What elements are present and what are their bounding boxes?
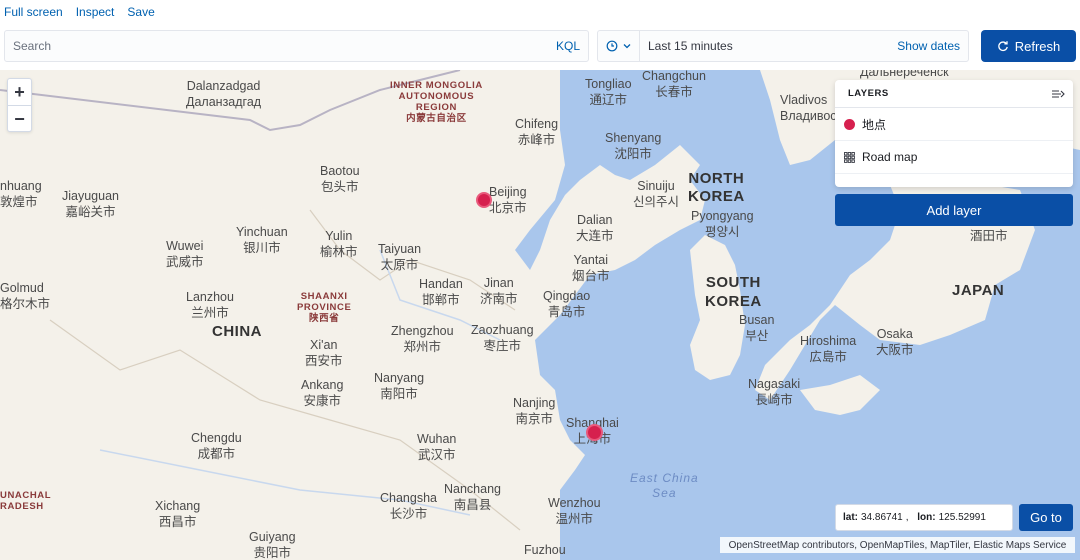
map-label: Yulin 榆林市: [320, 229, 358, 259]
map-label: Yantai 烟台市: [572, 253, 610, 283]
layer-item-road-map[interactable]: Road map: [835, 141, 1073, 174]
zoom-out-button[interactable]: −: [8, 106, 31, 132]
map-label: Zaozhuang 枣庄市: [471, 323, 534, 353]
map-attribution: OpenStreetMap contributors, OpenMapTiles…: [720, 537, 1075, 553]
map-label: Handan 邯郸市: [419, 277, 463, 307]
map-label: Jiayuguan 嘉峪关市: [62, 189, 119, 219]
map-label: Chifeng 赤峰市: [515, 117, 559, 147]
map-label: 酒田市: [970, 229, 1008, 243]
kql-button[interactable]: KQL: [556, 39, 580, 53]
map-label-country: SOUTH KOREA: [705, 274, 762, 310]
map-label: Yinchuan 银川市: [236, 225, 288, 255]
map-point-beijing[interactable]: [476, 192, 492, 208]
clock-icon: [606, 40, 617, 52]
date-range[interactable]: Last 15 minutes: [640, 39, 897, 53]
map-label-region: INNER MONGOLIA AUTONOMOUS REGION 内蒙古自治区: [390, 80, 483, 124]
add-layer-button[interactable]: Add layer: [835, 194, 1073, 226]
map-label: Busan 부산: [739, 313, 775, 343]
save-link[interactable]: Save: [127, 5, 154, 19]
coordinates-input[interactable]: lat: 34.86741, lon: 125.52991: [835, 504, 1013, 531]
zoom-control: + −: [7, 78, 32, 132]
show-dates-link[interactable]: Show dates: [897, 39, 968, 53]
map-label: Golmud 格尔木市: [0, 281, 51, 311]
map-label: Beijing 北京市: [489, 185, 527, 215]
point-layer-icon: [844, 118, 855, 130]
map-label: Hiroshima 広島市: [800, 334, 857, 364]
map-label: Changchun 长春市: [642, 70, 706, 99]
map-label: Lanzhou 兰州市: [186, 290, 234, 320]
map-label: Shenyang 沈阳市: [605, 131, 662, 161]
zoom-in-button[interactable]: +: [8, 79, 31, 105]
map-label-country: JAPAN: [952, 282, 1005, 299]
full-screen-link[interactable]: Full screen: [4, 5, 63, 19]
chevron-down-icon: [623, 44, 630, 49]
layer-label: Road map: [862, 150, 918, 164]
map-label-region: UNACHAL RADESH: [0, 490, 52, 512]
map-label: Vladivos Владивос: [780, 93, 837, 123]
map-label: Wuwei 武威市: [166, 239, 204, 269]
map-label: Nagasaki 長崎市: [748, 377, 801, 407]
map-label: Sinuiju 신의주시: [633, 179, 680, 209]
search-input[interactable]: Search KQL: [4, 30, 589, 62]
grid-icon: [844, 151, 855, 163]
map-label: Xichang 西昌市: [155, 499, 201, 529]
map-label: Chengdu 成都市: [191, 431, 242, 461]
map-canvas[interactable]: + − Dalanzadgad Даланзадгад INNER MONGOLI…: [0, 70, 1080, 560]
map-label: Tongliao 通辽市: [585, 77, 632, 107]
map-label: Baotou 包头市: [320, 164, 360, 194]
layers-header: LAYERS: [835, 80, 1073, 108]
map-label: Дальнереченск: [860, 70, 949, 79]
map-label: Nanchang 南昌县: [444, 482, 501, 512]
refresh-label: Refresh: [1014, 38, 1061, 54]
layer-item-locations[interactable]: 地点: [835, 108, 1073, 141]
map-label-region: SHAANXI PROVINCE 陕西省: [297, 291, 352, 324]
map-label: Taiyuan 太原市: [378, 242, 422, 272]
collapse-panel-icon[interactable]: [1051, 88, 1065, 100]
map-label: Pyongyang 평양시: [691, 209, 754, 239]
refresh-icon: [998, 41, 1008, 52]
date-picker: Last 15 minutes Show dates: [597, 30, 969, 62]
map-label: Wenzhou 温州市: [548, 496, 601, 526]
map-label: Xi'an 西安市: [305, 338, 343, 368]
map-label-sea: East China Sea: [630, 471, 699, 500]
layer-label: 地点: [862, 117, 887, 132]
top-nav: Full screen Inspect Save: [0, 0, 1080, 24]
map-label: Qingdao 青岛市: [543, 289, 591, 319]
map-label: Fuzhou: [524, 543, 566, 557]
map-label: Osaka 大阪市: [876, 327, 914, 357]
inspect-link[interactable]: Inspect: [76, 5, 115, 19]
map-label: Nanyang 南阳市: [374, 371, 425, 401]
map-label: Nanjing 南京市: [513, 396, 556, 426]
map-label: Guiyang 贵阳市: [249, 530, 296, 560]
layers-title: LAYERS: [848, 88, 889, 99]
map-label: Changsha 长沙市: [380, 491, 437, 521]
refresh-button[interactable]: Refresh: [981, 30, 1076, 62]
map-point-shanghai[interactable]: [586, 424, 603, 441]
quick-menu-button[interactable]: [598, 31, 640, 61]
query-bar: Search KQL Last 15 minutes Show dates Re…: [4, 30, 1080, 64]
map-label: Zhengzhou 郑州市: [391, 324, 454, 354]
map-label: Wuhan 武汉市: [417, 432, 457, 462]
map-label-country: CHINA: [212, 323, 262, 340]
map-label: Jinan 济南市: [480, 276, 518, 306]
go-to-button[interactable]: Go to: [1019, 504, 1073, 531]
map-label: Dalanzadgad Даланзадгад: [186, 79, 262, 109]
map-label-country: NORTH KOREA: [688, 170, 745, 205]
map-label: Ankang 安康市: [301, 378, 344, 408]
search-placeholder: Search: [13, 39, 52, 53]
map-label: Dalian 大连市: [576, 213, 614, 243]
layers-panel: LAYERS 地点 Road map: [835, 80, 1073, 187]
map-label: nhuang 敦煌市: [0, 179, 42, 209]
